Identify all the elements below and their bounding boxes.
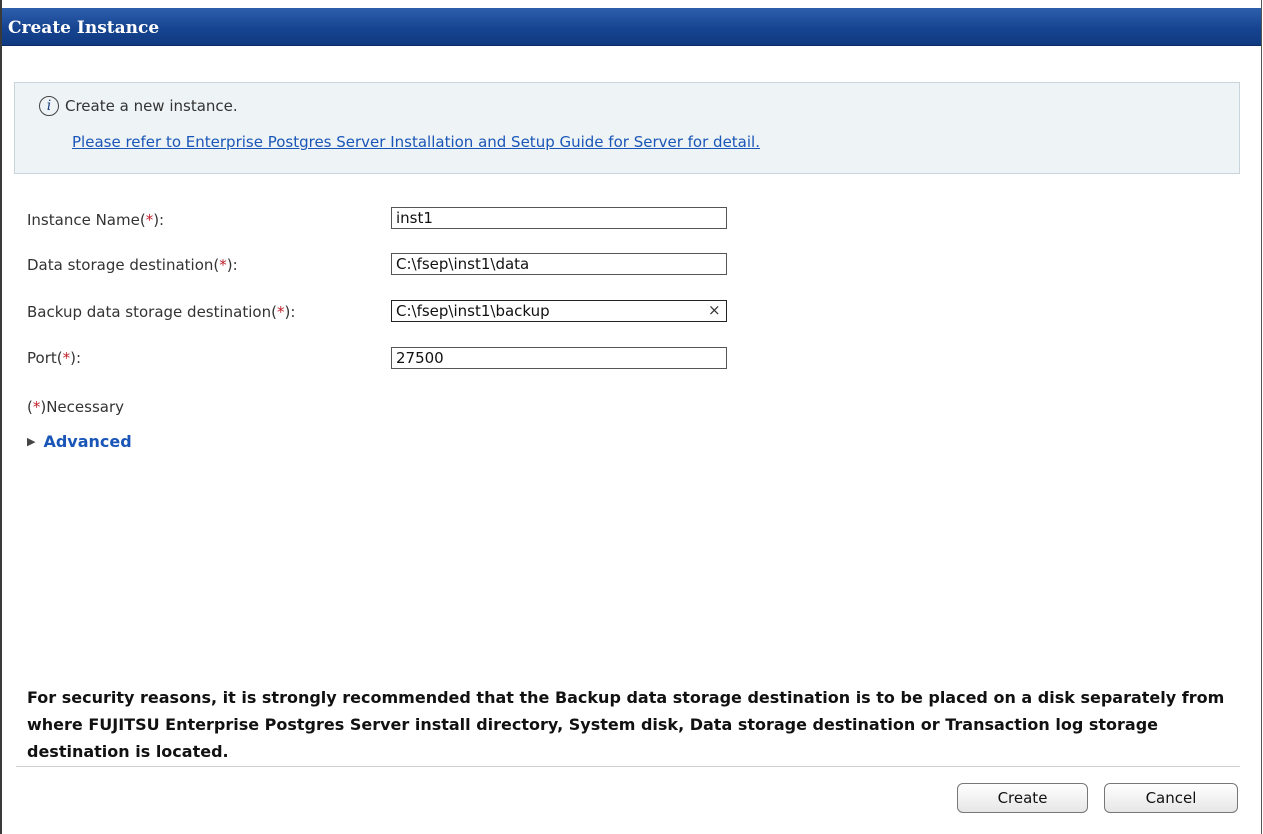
port-label: Port(*): [27, 349, 81, 367]
cancel-button[interactable]: Cancel [1104, 783, 1238, 813]
info-panel: i Create a new instance. Please refer to… [14, 82, 1240, 174]
advanced-label: Advanced [43, 432, 132, 451]
required-note: (*)Necessary [27, 398, 125, 416]
required-marker: * [219, 256, 227, 274]
info-message: Create a new instance. [65, 97, 238, 115]
instance-name-input[interactable] [391, 207, 727, 229]
backup-storage-input[interactable] [391, 300, 727, 322]
info-icon: i [39, 96, 59, 116]
clear-icon[interactable]: × [708, 301, 721, 319]
setup-guide-link[interactable]: Please refer to Enterprise Postgres Serv… [72, 133, 760, 151]
dialog-title: Create Instance [2, 8, 1261, 46]
data-storage-label: Data storage destination(*): [27, 256, 238, 274]
required-marker: * [62, 349, 71, 367]
port-input[interactable] [391, 347, 727, 369]
security-warning: For security reasons, it is strongly rec… [27, 688, 1225, 761]
advanced-toggle[interactable]: ▶ Advanced [27, 432, 132, 451]
data-storage-input[interactable] [391, 253, 727, 275]
footer-divider [16, 766, 1240, 767]
expand-arrow-icon: ▶ [27, 435, 36, 448]
backup-storage-label: Backup data storage destination(*): [27, 303, 296, 321]
create-button[interactable]: Create [957, 783, 1088, 813]
create-instance-dialog: Create Instance i Create a new instance.… [0, 0, 1262, 834]
instance-name-label: Instance Name(*): [27, 211, 165, 229]
